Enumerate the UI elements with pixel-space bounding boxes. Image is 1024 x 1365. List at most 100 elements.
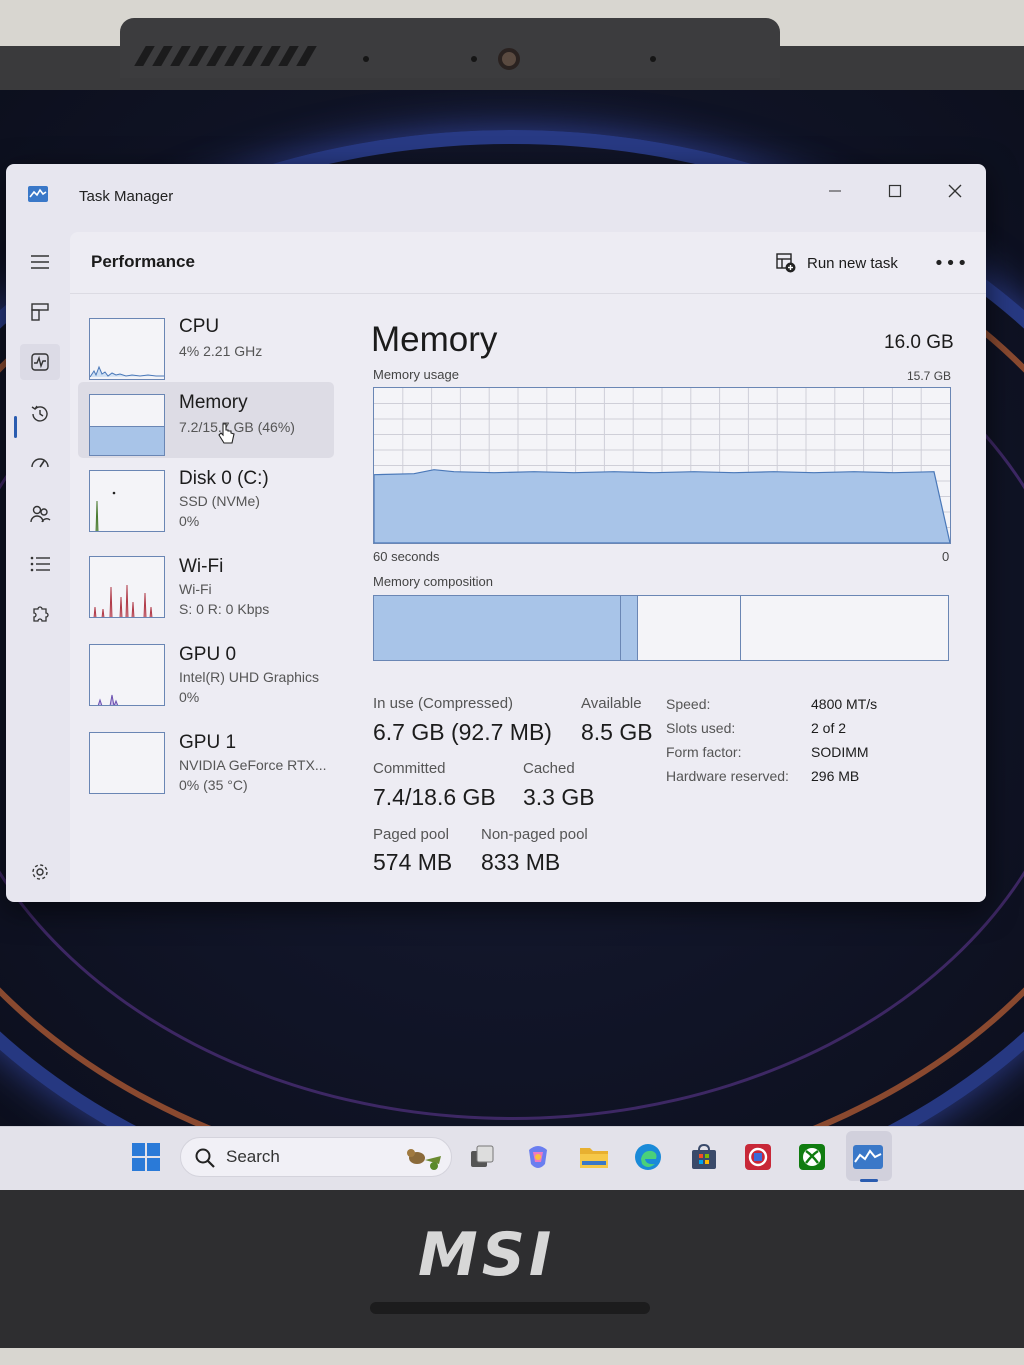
time-axis-left: 60 seconds (373, 549, 440, 564)
device-stat-secondary: 0% (35 °C) (179, 777, 248, 793)
device-stat: NVIDIA GeForce RTX... (179, 757, 327, 773)
title-bar[interactable]: Task Manager (6, 164, 986, 228)
hamburger-menu-button[interactable] (20, 244, 60, 280)
taskbar: Search (0, 1126, 1024, 1190)
run-task-icon (776, 253, 796, 273)
windows-logo-icon (132, 1143, 160, 1171)
composition-free[interactable] (741, 596, 948, 660)
sensor-dot (363, 56, 369, 62)
usage-graph-max: 15.7 GB (907, 369, 952, 383)
xbox-button[interactable] (796, 1141, 828, 1173)
nav-performance[interactable] (20, 344, 60, 380)
available-value: 8.5 GB (581, 719, 653, 745)
total-memory: 16.0 GB (884, 332, 954, 353)
more-options-button[interactable]: ••• (934, 250, 968, 276)
wifi-mini-chart (93, 584, 153, 617)
history-icon (31, 405, 48, 422)
device-name: Memory (179, 392, 248, 413)
services-puzzle-icon (33, 606, 49, 622)
device-gpu-0[interactable]: GPU 0 Intel(R) UHD Graphics 0% (78, 636, 334, 712)
nav-startup-apps[interactable] (20, 446, 60, 482)
hamburger-icon (31, 255, 49, 269)
disk-thumbnail-graph (89, 470, 165, 532)
speed-key: Speed: (666, 696, 711, 712)
cached-value: 3.3 GB (523, 784, 595, 810)
non-paged-pool-label: Non-paged pool (481, 826, 588, 843)
composition-in-use[interactable] (374, 596, 621, 660)
detail-title: Memory (371, 320, 498, 359)
device-stat-secondary: 0% (179, 689, 200, 705)
search-placeholder: Search (226, 1147, 280, 1166)
taskbar-search-box[interactable]: Search (180, 1137, 452, 1177)
hardware-reserved-key: Hardware reserved: (666, 768, 789, 784)
device-cpu[interactable]: CPU 4% 2.21 GHz (78, 308, 334, 384)
task-view-button[interactable] (466, 1141, 498, 1173)
device-name: Wi-Fi (179, 556, 224, 577)
run-new-task-button[interactable]: Run new task (775, 248, 898, 278)
mcafee-button[interactable] (742, 1141, 774, 1173)
device-name: GPU 0 (179, 644, 237, 665)
nav-settings[interactable] (20, 854, 60, 890)
in-use-value: 6.7 GB (92.7 MB) (373, 719, 552, 745)
task-manager-app-icon (28, 186, 48, 202)
composition-standby[interactable] (638, 596, 741, 660)
close-icon (948, 184, 962, 198)
committed-value: 7.4/18.6 GB (373, 784, 496, 810)
sensor-dot (471, 56, 477, 62)
slots-value: 2 of 2 (811, 720, 847, 736)
task-manager-window: Task Manager Performance Run new task ••… (6, 164, 986, 902)
microsoft-store-button[interactable] (688, 1141, 720, 1173)
copilot-button[interactable] (522, 1141, 554, 1173)
maximize-button[interactable] (872, 172, 918, 210)
composition-modified[interactable] (621, 596, 638, 660)
wifi-thumbnail-graph (89, 556, 165, 618)
nav-app-history[interactable] (20, 396, 60, 432)
device-name: CPU (179, 316, 220, 337)
memory-mini-fill (90, 426, 164, 455)
in-use-label: In use (Compressed) (373, 695, 514, 712)
file-explorer-button[interactable] (578, 1141, 610, 1173)
memory-composition-bar (373, 595, 949, 661)
task-manager-taskbar-button[interactable] (852, 1141, 884, 1173)
nav-users[interactable] (20, 496, 60, 532)
sensor-dot (650, 56, 656, 62)
minimize-icon (829, 190, 841, 192)
brand-logo: MSI (418, 1220, 556, 1290)
cpu-thumbnail-graph (89, 318, 165, 380)
device-stat-secondary: S: 0 R: 0 Kbps (179, 601, 270, 617)
maximize-icon (888, 184, 902, 198)
device-disk-0[interactable]: Disk 0 (C:) SSD (NVMe) 0% (78, 460, 334, 536)
laptop-bezel-top (0, 0, 1024, 95)
device-stat: 7.2/15.7 GB (46%) (179, 419, 295, 435)
device-stat-secondary: 0% (179, 513, 200, 529)
nav-processes[interactable] (20, 294, 60, 330)
window-title: Task Manager (79, 188, 174, 205)
non-paged-pool-value: 833 MB (481, 849, 561, 875)
settings-gear-icon (32, 864, 48, 880)
start-button[interactable] (130, 1141, 162, 1173)
memory-usage-graph (373, 387, 951, 544)
device-gpu-1[interactable]: GPU 1 NVIDIA GeForce RTX... 0% (35 °C) (78, 724, 334, 800)
copilot-icon (529, 1146, 547, 1168)
processes-icon (31, 303, 49, 321)
task-manager-icon (853, 1145, 883, 1169)
device-wifi[interactable]: Wi-Fi Wi-Fi S: 0 R: 0 Kbps (78, 548, 334, 624)
nav-details[interactable] (20, 546, 60, 582)
edge-browser-button[interactable] (632, 1141, 664, 1173)
edge-icon (635, 1144, 661, 1170)
nav-services[interactable] (20, 596, 60, 632)
hand-cursor-icon (218, 423, 235, 444)
composition-label: Memory composition (373, 574, 493, 589)
cpu-mini-chart (90, 365, 164, 378)
device-memory[interactable]: Memory 7.2/15.7 GB (46%) (78, 382, 334, 458)
device-stat: 4% 2.21 GHz (179, 343, 263, 359)
performance-icon (31, 353, 49, 371)
gpu0-mini-chart (97, 694, 119, 705)
users-icon (30, 505, 51, 523)
minimize-button[interactable] (812, 172, 858, 210)
performance-page: Performance Run new task ••• CPU 4% 2.21… (70, 232, 986, 902)
store-icon (692, 1143, 716, 1169)
form-factor-value: SODIMM (811, 744, 869, 760)
run-new-task-label: Run new task (807, 254, 898, 272)
close-button[interactable] (932, 172, 978, 210)
